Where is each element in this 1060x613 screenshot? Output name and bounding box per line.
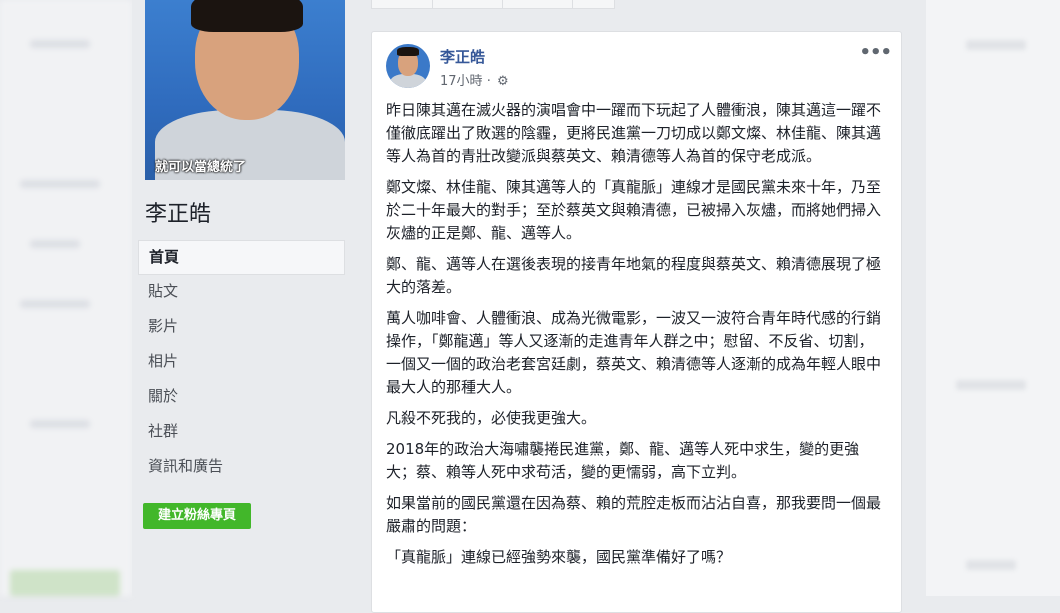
blurred-right-panel	[926, 0, 1060, 596]
nav-item-posts[interactable]: 貼文	[138, 275, 345, 310]
meta-dot: ·	[486, 74, 491, 89]
page-nav: 首頁 貼文 影片 相片 關於 社群 資訊和廣告	[138, 240, 345, 485]
post-paragraph: 「真龍脈」連線已經強勢來襲，國民黨準備好了嗎？	[386, 548, 732, 566]
tab-divider	[432, 0, 433, 8]
nav-item-community[interactable]: 社群	[138, 415, 345, 450]
post-author[interactable]: 李正皓	[440, 46, 485, 67]
avatar-hair	[397, 47, 419, 56]
page-title[interactable]: 李正皓	[145, 196, 211, 228]
top-tab-bar	[371, 0, 615, 9]
create-page-button[interactable]: 建立粉絲專頁	[143, 503, 251, 529]
post-paragraph: 如果當前的國民黨還在因為蔡、賴的荒腔走板而沾沾自喜，那我要問一個最嚴肅的問題：	[386, 494, 882, 535]
profile-caption: 就可以當總統了	[155, 160, 247, 175]
post-paragraph: 2018年的政治大海嘯襲捲民進黨，鄭、龍、邁等人死中求生，變的更強大；蔡、賴等人…	[386, 440, 860, 481]
nav-item-info-ads[interactable]: 資訊和廣告	[138, 450, 345, 485]
tab-divider	[502, 0, 503, 8]
profile-picture[interactable]: 就可以當總統了	[145, 0, 345, 180]
post-card: 李正皓 17小時 · ⚙ ••• 昨日陳其邁在滅火器的演唱會中一躍而下玩起了人體…	[371, 31, 902, 613]
post-paragraph: 凡殺不死我的，必使我更強大。	[386, 409, 597, 427]
author-avatar[interactable]	[386, 44, 430, 88]
post-paragraph: 昨日陳其邁在滅火器的演唱會中一躍而下玩起了人體衝浪，陳其邁這一躍不僅徹底躍出了敗…	[386, 101, 882, 165]
gear-icon[interactable]: ⚙	[497, 74, 509, 89]
tab-divider	[572, 0, 573, 8]
post-paragraph: 萬人咖啡會、人體衝浪、成為光微電影，一波又一波符合青年時代感的行銷操作，「鄭龍邁…	[386, 309, 882, 396]
post-body: 昨日陳其邁在滅火器的演唱會中一躍而下玩起了人體衝浪，陳其邁這一躍不僅徹底躍出了敗…	[386, 99, 888, 577]
post-timestamp[interactable]: 17小時	[440, 74, 483, 89]
nav-item-about[interactable]: 關於	[138, 380, 345, 415]
more-options-icon[interactable]: •••	[859, 42, 892, 63]
nav-item-videos[interactable]: 影片	[138, 310, 345, 345]
avatar-shirt	[390, 74, 426, 88]
nav-item-photos[interactable]: 相片	[138, 345, 345, 380]
post-paragraph: 鄭文燦、林佳龍、陳其邁等人的「真龍脈」連線才是國民黨未來十年，乃至於二十年最大的…	[386, 178, 882, 242]
profile-hair	[191, 0, 303, 32]
post-meta: 17小時 · ⚙	[440, 70, 509, 89]
blurred-left-panel	[0, 0, 132, 596]
post-paragraph: 鄭、龍、邁等人在選後表現的接青年地氣的程度與蔡英文、賴清德展現了極大的落差。	[386, 255, 882, 296]
nav-item-home[interactable]: 首頁	[138, 240, 345, 275]
